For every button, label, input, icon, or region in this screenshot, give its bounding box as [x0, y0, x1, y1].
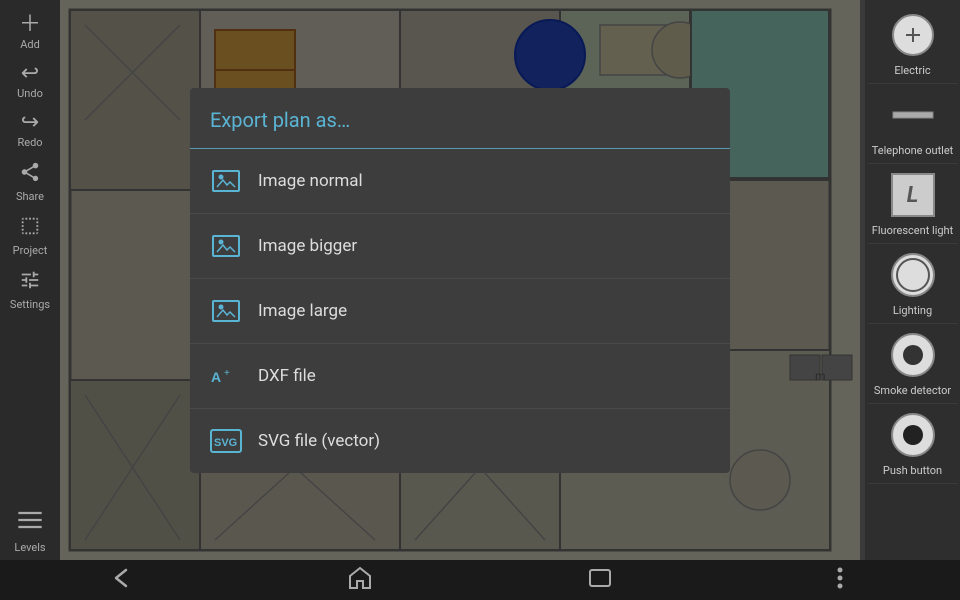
electric-icon: [888, 10, 938, 60]
right-item-electric[interactable]: Electric: [868, 4, 958, 84]
right-item-fluorescent-light[interactable]: L Fluorescent light: [868, 164, 958, 244]
sidebar-item-add[interactable]: ＋ Add: [0, 8, 60, 57]
levels-icon: [16, 506, 44, 539]
dialog-overlay: Export plan as… Image normal: [60, 0, 860, 560]
settings-icon: [19, 269, 41, 296]
sidebar-item-undo[interactable]: ↩ Undo: [0, 57, 60, 106]
sidebar-label-project: Project: [13, 244, 48, 257]
image-bigger-label: Image bigger: [258, 236, 357, 256]
sidebar-label-levels: Levels: [14, 541, 45, 554]
dialog-title-text: Export plan as…: [210, 108, 350, 132]
sidebar-item-project[interactable]: Project: [0, 209, 60, 263]
redo-icon: ↪: [21, 112, 39, 134]
undo-icon: ↩: [21, 63, 39, 85]
telephone-outlet-icon: [888, 90, 938, 140]
sidebar-label-settings: Settings: [10, 298, 50, 311]
export-image-large[interactable]: Image large: [190, 279, 730, 344]
svg-text:A: A: [211, 369, 221, 385]
image-normal-icon: [210, 165, 242, 197]
svg-file-label: SVG file (vector): [258, 431, 380, 451]
image-bigger-icon: [210, 230, 242, 262]
export-dxf-file[interactable]: A + DXF file: [190, 344, 730, 409]
export-image-normal[interactable]: Image normal: [190, 149, 730, 214]
telephone-outlet-label: Telephone outlet: [872, 144, 954, 157]
image-normal-label: Image normal: [258, 171, 363, 191]
svg-icon: SVG: [210, 425, 242, 457]
share-icon: [19, 161, 41, 188]
bottom-nav: [0, 560, 960, 600]
fluorescent-light-icon: L: [888, 170, 938, 220]
smoke-detector-icon: [888, 330, 938, 380]
push-button-label: Push button: [883, 464, 942, 477]
left-sidebar: ＋ Add ↩ Undo ↪ Redo Share Project Setti: [0, 0, 60, 560]
sidebar-label-redo: Redo: [17, 136, 42, 149]
image-large-icon: [210, 295, 242, 327]
dxf-file-label: DXF file: [258, 366, 316, 386]
lighting-label: Lighting: [893, 304, 932, 317]
export-dialog: Export plan as… Image normal: [190, 88, 730, 473]
dxf-icon: A +: [210, 360, 242, 392]
svg-text:+: +: [224, 368, 230, 379]
sidebar-item-share[interactable]: Share: [0, 155, 60, 209]
back-button[interactable]: [106, 564, 134, 597]
svg-text:SVG: SVG: [214, 437, 237, 449]
sidebar-item-settings[interactable]: Settings: [0, 263, 60, 317]
push-button-icon: [888, 410, 938, 460]
electric-label: Electric: [894, 64, 930, 77]
right-sidebar: Electric Telephone outlet L Fluorescent …: [865, 0, 960, 560]
smoke-detector-label: Smoke detector: [874, 384, 951, 397]
home-button[interactable]: [346, 564, 374, 597]
right-item-telephone-outlet[interactable]: Telephone outlet: [868, 84, 958, 164]
sidebar-item-redo[interactable]: ↪ Redo: [0, 106, 60, 155]
image-large-label: Image large: [258, 301, 347, 321]
sidebar-label-undo: Undo: [17, 87, 43, 100]
export-image-bigger[interactable]: Image bigger: [190, 214, 730, 279]
dialog-title: Export plan as…: [190, 88, 730, 149]
add-icon: ＋: [19, 14, 41, 36]
right-item-lighting[interactable]: Lighting: [868, 244, 958, 324]
sidebar-label-add: Add: [20, 38, 40, 51]
right-item-smoke-detector[interactable]: Smoke detector: [868, 324, 958, 404]
fluorescent-light-label: Fluorescent light: [872, 224, 953, 237]
recents-button[interactable]: [586, 564, 614, 597]
lighting-icon: [888, 250, 938, 300]
right-item-push-button[interactable]: Push button: [868, 404, 958, 484]
export-svg-file[interactable]: SVG SVG file (vector): [190, 409, 730, 473]
sidebar-label-share: Share: [16, 190, 44, 203]
more-options-button[interactable]: [826, 564, 854, 597]
project-icon: [19, 215, 41, 242]
sidebar-item-levels[interactable]: Levels: [0, 500, 60, 560]
